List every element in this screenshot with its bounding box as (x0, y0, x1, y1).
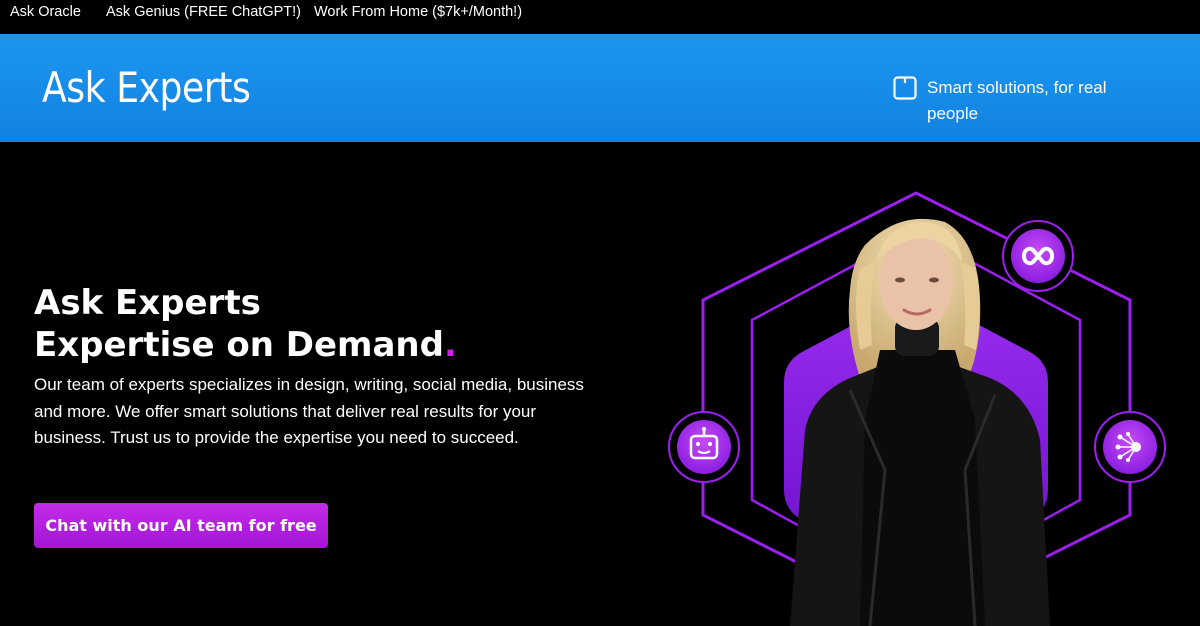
site-header: Ask Experts Smart solutions, for real pe… (0, 34, 1200, 142)
hero-title-line2: Expertise on Demand (34, 325, 444, 365)
hero-illustration (668, 191, 1166, 626)
robot-badge (668, 411, 740, 483)
site-logo-title[interactable]: Ask Experts (42, 62, 251, 114)
hero-title-dot: . (443, 325, 457, 365)
nav-ask-genius[interactable]: Ask Genius (FREE ChatGPT!) (106, 4, 301, 20)
hero-title-line1: Ask Experts (34, 283, 261, 323)
chat-ai-team-button[interactable]: Chat with our AI team for free (34, 503, 328, 548)
nav-ask-oracle[interactable]: Ask Oracle (10, 4, 81, 20)
top-navigation: Ask Oracle Ask Genius (FREE ChatGPT!) Wo… (0, 0, 1200, 34)
tagline-text: Smart solutions, for real people (927, 78, 1107, 123)
network-badge (1094, 411, 1166, 483)
nav-work-from-home[interactable]: Work From Home ($7k+/Month!) (314, 4, 522, 20)
square-outline-icon (893, 76, 917, 100)
hero-description: Our team of experts specializes in desig… (34, 375, 584, 447)
hero-title: Ask Experts Expertise on Demand. (34, 282, 457, 366)
header-tagline: Smart solutions, for real people (893, 76, 1133, 127)
infinity-badge (1002, 220, 1074, 292)
